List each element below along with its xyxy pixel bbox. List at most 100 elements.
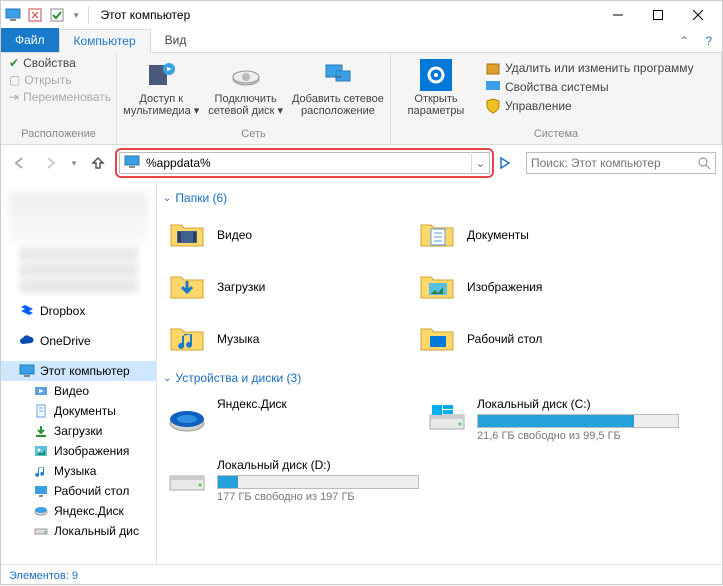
netdrive-icon [230, 59, 262, 91]
ydisk-icon [33, 503, 49, 519]
drive-d[interactable]: Локальный диск (D:) 177 ГБ свободно из 1… [163, 450, 423, 511]
desktop-icon [33, 483, 49, 499]
address-highlight: ⌄ [115, 148, 494, 178]
folder-docs-icon [417, 215, 457, 255]
recent-dropdown-icon[interactable]: ▾ [67, 150, 81, 176]
status-bar: Элементов: 9 [1, 564, 722, 586]
address-bar: ▾ ⌄ [1, 145, 722, 181]
tree-music[interactable]: Музыка [1, 461, 156, 481]
drive-ydisk[interactable]: Яндекс.Диск [163, 389, 423, 450]
folder-docs[interactable]: Документы [413, 209, 663, 261]
add-netloc-button[interactable]: Добавить сетевое расположение [292, 55, 384, 117]
chevron-down-icon: ⌄ [163, 373, 171, 384]
maximize-button[interactable] [638, 1, 678, 29]
box-icon [485, 60, 501, 76]
search-box[interactable] [526, 152, 716, 174]
tree-blurred-item [9, 193, 148, 243]
tree-pictures[interactable]: Изображения [1, 441, 156, 461]
tree-thispc[interactable]: Этот компьютер [1, 361, 156, 381]
folder-desktop-icon [417, 319, 457, 359]
tab-file[interactable]: Файл [1, 28, 59, 52]
minimize-button[interactable] [598, 1, 638, 29]
drive-d-usage-bar [217, 475, 419, 489]
back-button[interactable] [7, 150, 33, 176]
content-pane[interactable]: ⌄Папки (6) Видео Документы Загрузки Изоб… [157, 181, 722, 564]
drive-c-usage-bar [477, 414, 679, 428]
folder-pictures[interactable]: Изображения [413, 261, 663, 313]
tab-view[interactable]: Вид [151, 28, 201, 52]
pc-icon [124, 154, 142, 172]
tree-video[interactable]: Видео [1, 381, 156, 401]
open-button[interactable]: ▢Открыть [7, 72, 110, 88]
titlebar: ▾ Этот компьютер [1, 1, 722, 29]
gear-icon [420, 59, 452, 91]
tree-onedrive[interactable]: OneDrive [1, 331, 156, 351]
folder-downloads-icon [167, 267, 207, 307]
group-location-label: Расположение [7, 126, 110, 142]
folder-video[interactable]: Видео [163, 209, 413, 261]
tree-ydisk[interactable]: Яндекс.Диск [1, 501, 156, 521]
tree-localc[interactable]: Локальный дис [1, 521, 156, 541]
address-input-wrap[interactable]: ⌄ [119, 152, 490, 174]
forward-button[interactable] [37, 150, 63, 176]
props-qat-icon[interactable] [27, 7, 43, 23]
music-icon [33, 463, 49, 479]
tree-docs[interactable]: Документы [1, 401, 156, 421]
tree-blurred-item [19, 247, 138, 261]
rename-button[interactable]: ⇥Переименовать [7, 89, 110, 105]
tree-blurred-item [19, 263, 138, 277]
nav-tree[interactable]: Dropbox OneDrive Этот компьютер Видео До… [1, 181, 157, 564]
search-icon [698, 157, 711, 170]
cloud-icon [19, 333, 35, 349]
uninstall-button[interactable]: Удалить или изменить программу [483, 59, 696, 77]
monitor-small-icon [485, 79, 501, 95]
section-drives[interactable]: ⌄Устройства и диски (3) [163, 365, 710, 389]
drive-icon [33, 523, 49, 539]
group-system-label: Система [397, 126, 715, 142]
folder-video-icon [167, 215, 207, 255]
shield-icon [485, 98, 501, 114]
tree-desktop[interactable]: Рабочий стол [1, 481, 156, 501]
group-network-label: Сеть [123, 126, 384, 142]
folder-open-icon: ▢ [9, 73, 20, 87]
close-button[interactable] [678, 1, 718, 29]
rename-icon: ⇥ [9, 90, 19, 104]
check-qat-icon[interactable] [49, 7, 65, 23]
go-button[interactable] [498, 156, 522, 170]
video-icon [33, 383, 49, 399]
media-icon [145, 59, 177, 91]
netloc-icon [322, 59, 354, 91]
window-title: Этот компьютер [95, 8, 598, 22]
sysprops-button[interactable]: Свойства системы [483, 78, 696, 96]
drive-c[interactable]: Локальный диск (C:) 21,6 ГБ свободно из … [423, 389, 683, 450]
ribbon-collapse-icon[interactable]: ⌃ [673, 30, 695, 52]
tree-dropbox[interactable]: Dropbox [1, 301, 156, 321]
search-input[interactable] [531, 156, 698, 170]
qat-dropdown-icon[interactable]: ▾ [71, 10, 82, 21]
folder-downloads[interactable]: Загрузки [163, 261, 413, 313]
folder-music-icon [167, 319, 207, 359]
map-drive-button[interactable]: Подключить сетевой диск ▾ [207, 55, 283, 117]
picture-icon [33, 443, 49, 459]
up-button[interactable] [85, 150, 111, 176]
section-folders[interactable]: ⌄Папки (6) [163, 185, 710, 209]
chevron-down-icon: ⌄ [163, 193, 171, 204]
props-button[interactable]: ✔Свойства [7, 55, 110, 71]
folder-music[interactable]: Музыка [163, 313, 413, 365]
ribbon: ✔Свойства ▢Открыть ⇥Переименовать Распол… [1, 53, 722, 145]
pc-icon [19, 363, 35, 379]
monitor-icon [5, 7, 21, 23]
tree-downloads[interactable]: Загрузки [1, 421, 156, 441]
media-access-button[interactable]: Доступ к мультимедиа ▾ [123, 55, 199, 117]
tab-computer[interactable]: Компьютер [59, 29, 151, 53]
ydisk-large-icon [167, 397, 207, 437]
address-dropdown-icon[interactable]: ⌄ [471, 152, 489, 174]
help-icon[interactable]: ? [695, 30, 722, 52]
download-icon [33, 423, 49, 439]
open-settings-button[interactable]: Открыть параметры [397, 55, 475, 117]
folder-desktop[interactable]: Рабочий стол [413, 313, 663, 365]
manage-button[interactable]: Управление [483, 97, 696, 115]
status-count: Элементов: 9 [9, 570, 78, 582]
address-input[interactable] [146, 156, 471, 170]
drive-d-icon [167, 458, 207, 498]
